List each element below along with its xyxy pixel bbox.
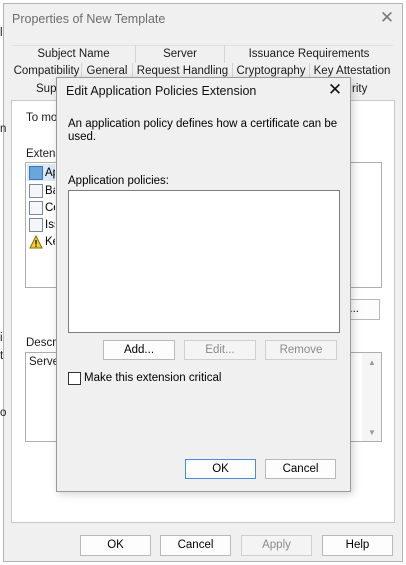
edge-char: l <box>0 27 3 39</box>
edge-char: i <box>0 332 3 344</box>
extension-item[interactable]: Ce <box>45 202 55 214</box>
critical-checkbox-label[interactable]: Make this extension critical <box>84 372 221 384</box>
help-button[interactable]: Help <box>322 535 393 556</box>
close-icon[interactable]: ✕ <box>325 80 345 100</box>
edit-policy-button[interactable]: Edit... <box>184 340 256 360</box>
edge-char: o <box>0 407 7 419</box>
main-cancel-button[interactable]: Cancel <box>160 535 231 556</box>
main-ok-button[interactable]: OK <box>80 535 151 556</box>
extension-icon <box>29 201 43 215</box>
description-label: Descrip <box>26 337 56 349</box>
to-modify-label: To mod <box>26 112 56 124</box>
tab-superseded[interactable]: Sup <box>36 81 56 99</box>
tab-security[interactable]: rity <box>352 81 382 99</box>
edge-char: t <box>0 350 4 362</box>
warning-icon <box>29 234 43 249</box>
apply-button[interactable]: Apply <box>241 535 312 556</box>
extensions-label: Extens <box>26 148 56 160</box>
application-policies-label: Application policies: <box>68 175 170 187</box>
extension-item[interactable]: Iss <box>45 219 55 231</box>
extension-item[interactable]: Ke <box>45 236 55 248</box>
tab-server[interactable]: Server <box>136 45 225 63</box>
tab-issuance-requirements[interactable]: Issuance Requirements <box>225 45 393 63</box>
extension-icon <box>29 218 43 232</box>
tab-subject-name[interactable]: Subject Name <box>12 45 136 63</box>
dialog-title: Edit Application Policies Extension <box>66 84 257 98</box>
application-policies-list[interactable] <box>68 190 340 333</box>
critical-checkbox[interactable] <box>68 372 81 385</box>
dialog-cancel-button[interactable]: Cancel <box>265 459 336 479</box>
add-policy-button[interactable]: Add... <box>103 340 175 360</box>
edge-char: n <box>0 123 7 135</box>
dialog-description: An application policy defines how a cert… <box>68 118 338 143</box>
extension-icon <box>29 166 43 180</box>
extension-item[interactable]: Ba <box>45 185 55 197</box>
dialog-ok-button[interactable]: OK <box>185 459 256 479</box>
scroll-down-icon[interactable]: ▼ <box>368 428 376 437</box>
scroll-up-icon[interactable]: ▲ <box>368 358 376 367</box>
extension-icon <box>29 184 43 198</box>
description-value: Server <box>29 356 56 368</box>
close-icon[interactable]: ✕ <box>378 9 396 27</box>
extension-item[interactable]: Ap <box>45 167 55 179</box>
remove-policy-button[interactable]: Remove <box>265 340 337 360</box>
window-title: Properties of New Template <box>12 12 166 26</box>
